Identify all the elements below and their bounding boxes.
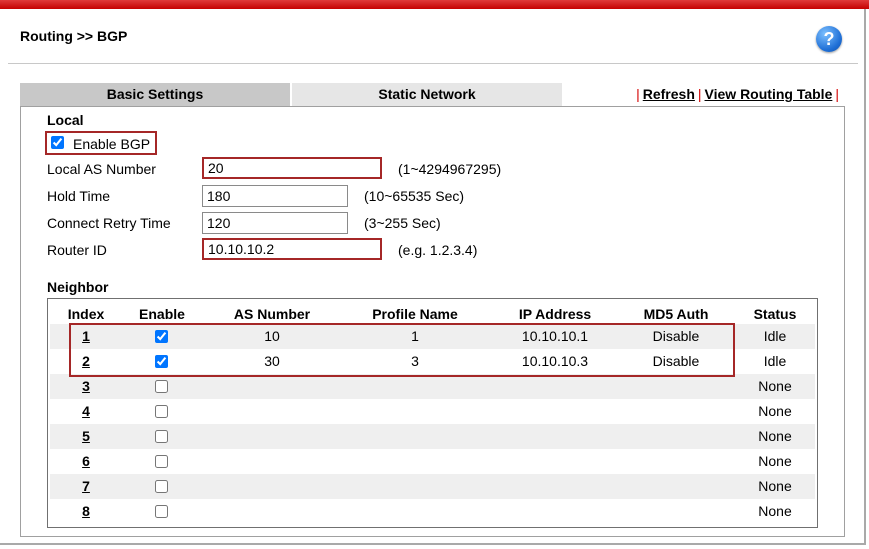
help-icon[interactable]: ? xyxy=(816,26,842,52)
column-header-status: Status xyxy=(753,306,797,322)
router-id-hint: (e.g. 1.2.3.4) xyxy=(398,242,478,258)
neighbor-index-link[interactable]: 2 xyxy=(58,353,114,369)
link-separator: | xyxy=(697,86,702,102)
top-accent-bar xyxy=(0,0,869,9)
table-row: 1 10 1 10.10.10.1 Disable Idle xyxy=(50,324,815,349)
connect-retry-time-label: Connect Retry Time xyxy=(47,215,171,231)
enable-bgp-group: Enable BGP xyxy=(45,131,157,155)
neighbor-enable-checkbox[interactable] xyxy=(155,405,168,418)
neighbor-index-link[interactable]: 8 xyxy=(58,503,114,519)
local-as-number-input[interactable] xyxy=(202,157,382,179)
router-id-input[interactable] xyxy=(202,238,382,260)
connect-retry-time-hint: (3~255 Sec) xyxy=(364,215,441,231)
column-header-as-number: AS Number xyxy=(233,306,311,322)
neighbor-as-number: 10 xyxy=(264,328,280,344)
neighbor-md5-auth: Disable xyxy=(652,328,700,344)
neighbor-enable-checkbox[interactable] xyxy=(155,505,168,518)
local-as-number-label: Local AS Number xyxy=(47,161,156,177)
refresh-link[interactable]: Refresh xyxy=(643,86,695,102)
neighbor-index-link[interactable]: 5 xyxy=(58,428,114,444)
column-header-md5-auth: MD5 Auth xyxy=(643,306,709,322)
link-separator: | xyxy=(636,86,640,102)
neighbor-index-link[interactable]: 1 xyxy=(58,328,114,344)
neighbor-profile-name: 1 xyxy=(411,328,419,344)
neighbor-index-link[interactable]: 7 xyxy=(58,478,114,494)
neighbor-status: None xyxy=(758,503,792,519)
neighbor-md5-auth: Disable xyxy=(652,353,700,369)
neighbor-index-link[interactable]: 6 xyxy=(58,453,114,469)
neighbor-status: None xyxy=(758,453,792,469)
local-as-number-hint: (1~4294967295) xyxy=(398,161,502,177)
column-header-ip-address: IP Address xyxy=(518,306,592,322)
column-header-enable: Enable xyxy=(139,306,185,322)
page-title: Routing >> BGP xyxy=(20,28,128,44)
table-row: 2 30 3 10.10.10.3 Disable Idle xyxy=(50,349,815,374)
column-header-profile-name: Profile Name xyxy=(372,306,458,322)
neighbor-enable-checkbox[interactable] xyxy=(155,430,168,443)
neighbor-ip-address: 10.10.10.3 xyxy=(521,353,589,369)
hold-time-hint: (10~65535 Sec) xyxy=(364,188,465,204)
neighbor-index-link[interactable]: 3 xyxy=(58,378,114,394)
hold-time-input[interactable] xyxy=(202,185,348,207)
neighbor-enable-checkbox[interactable] xyxy=(155,380,168,393)
table-row: 3 None xyxy=(50,374,815,399)
hold-time-label: Hold Time xyxy=(47,188,111,204)
neighbor-status: None xyxy=(758,428,792,444)
column-header-index: Index xyxy=(67,306,105,322)
table-row: 8 None xyxy=(50,499,815,524)
neighbor-index-link[interactable]: 4 xyxy=(58,403,114,419)
view-routing-table-link[interactable]: View Routing Table xyxy=(705,86,833,102)
neighbor-enable-checkbox[interactable] xyxy=(155,355,168,368)
header-links: | Refresh | View Routing Table | xyxy=(633,86,842,102)
tab-static-network[interactable]: Static Network xyxy=(292,83,562,106)
tab-basic-settings[interactable]: Basic Settings xyxy=(20,83,290,106)
local-section-title: Local xyxy=(47,112,84,128)
link-separator: | xyxy=(835,86,839,102)
table-row: 7 None xyxy=(50,474,815,499)
table-row: 4 None xyxy=(50,399,815,424)
neighbor-status: None xyxy=(758,403,792,419)
table-row: 5 None xyxy=(50,424,815,449)
neighbor-enable-checkbox[interactable] xyxy=(155,455,168,468)
neighbor-enable-checkbox[interactable] xyxy=(155,330,168,343)
neighbor-section-title: Neighbor xyxy=(47,279,109,295)
neighbor-enable-checkbox[interactable] xyxy=(155,480,168,493)
neighbor-status: Idle xyxy=(763,353,787,369)
neighbor-ip-address: 10.10.10.1 xyxy=(521,328,589,344)
header-divider xyxy=(8,63,858,64)
table-row: 6 None xyxy=(50,449,815,474)
neighbor-status: None xyxy=(758,478,792,494)
neighbor-status: None xyxy=(758,378,792,394)
router-id-label: Router ID xyxy=(47,242,107,258)
neighbor-status: Idle xyxy=(763,328,787,344)
enable-bgp-checkbox[interactable] xyxy=(51,136,64,149)
neighbor-profile-name: 3 xyxy=(411,353,419,369)
connect-retry-time-input[interactable] xyxy=(202,212,348,234)
enable-bgp-label: Enable BGP xyxy=(73,136,151,152)
neighbor-as-number: 30 xyxy=(264,353,280,369)
